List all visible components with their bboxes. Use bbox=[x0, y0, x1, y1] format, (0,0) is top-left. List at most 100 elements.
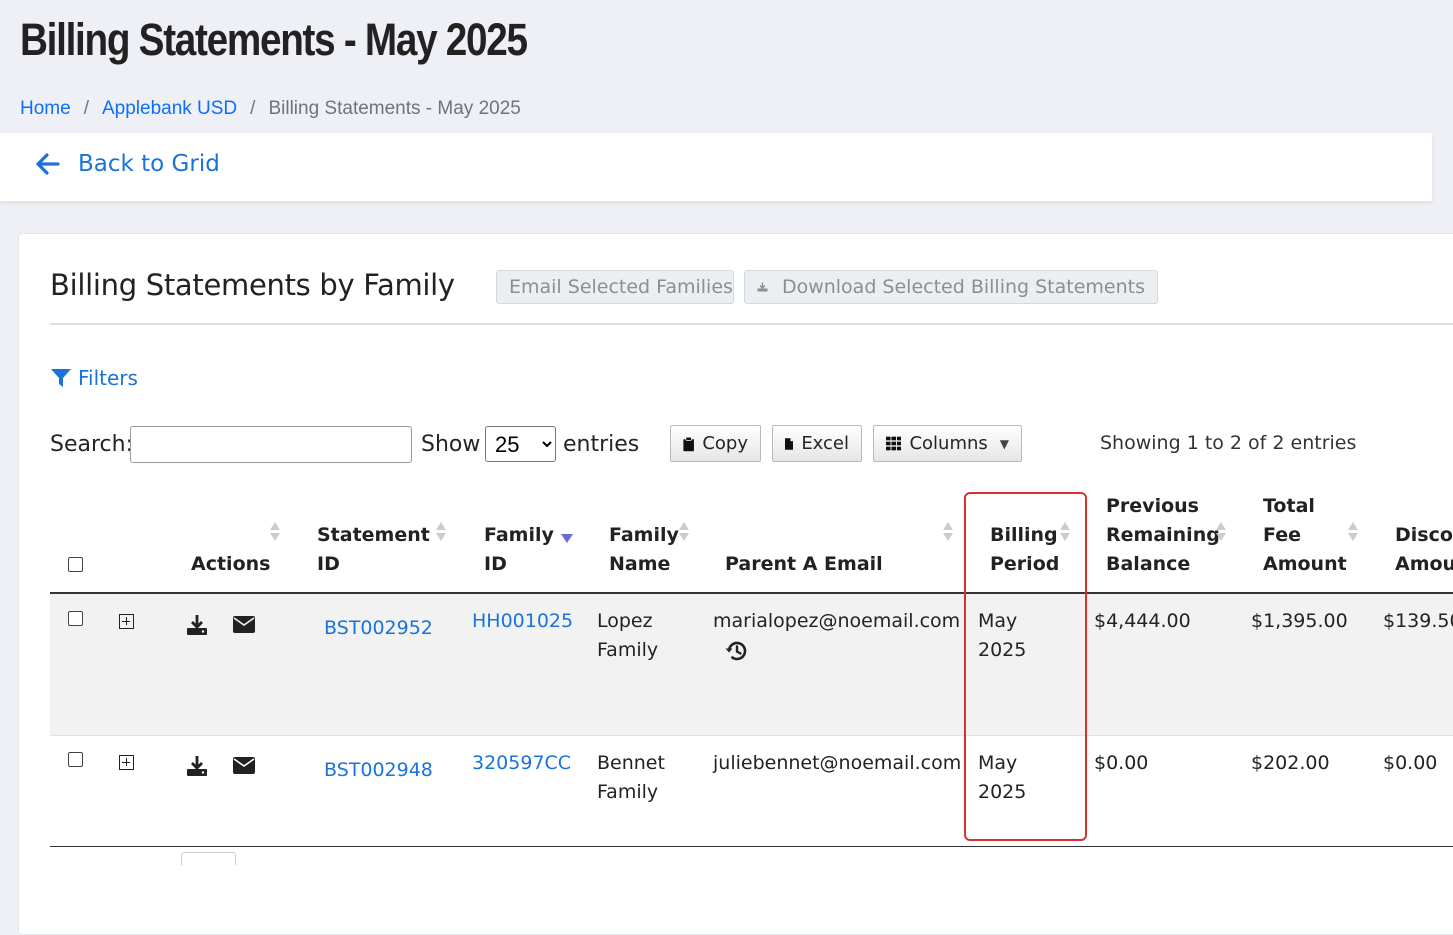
page-title: Billing Statements - May 2025 bbox=[20, 14, 528, 65]
header-line: Discou bbox=[1395, 524, 1453, 546]
header-line: Previous bbox=[1106, 495, 1199, 517]
breadcrumb-home[interactable]: Home bbox=[20, 98, 71, 120]
file-icon bbox=[785, 437, 794, 450]
header-line: Family bbox=[609, 524, 679, 546]
statement-id-link[interactable]: BST002952 bbox=[324, 614, 433, 643]
parent-email-cell: juliebennet@noemail.com bbox=[713, 752, 962, 774]
cell-line: May bbox=[978, 610, 1018, 632]
breadcrumb-district[interactable]: Applebank USD bbox=[102, 98, 237, 120]
back-to-grid-label: Back to Grid bbox=[78, 151, 220, 177]
sort-descending-icon[interactable] bbox=[561, 534, 573, 543]
family-id-link[interactable]: HH001025 bbox=[472, 607, 573, 636]
excel-label: Excel bbox=[801, 433, 849, 454]
show-label: Show bbox=[421, 432, 481, 457]
total-fee-cell: $202.00 bbox=[1251, 752, 1330, 774]
billing-period-cell: May 2025 bbox=[978, 749, 1026, 807]
columns-button[interactable]: Columns ▼ bbox=[873, 425, 1022, 462]
pagination-stub[interactable] bbox=[181, 852, 236, 865]
table-info: Showing 1 to 2 of 2 entries bbox=[1100, 432, 1357, 454]
header-line: Amou bbox=[1395, 553, 1453, 575]
table-bottom-divider bbox=[50, 846, 1453, 847]
header-line: Period bbox=[990, 553, 1060, 575]
header-line: Balance bbox=[1106, 553, 1191, 575]
discount-cell: $0.00 bbox=[1383, 752, 1438, 774]
entries-label: entries bbox=[563, 432, 640, 457]
parent-email-cell: marialopez@noemail.com bbox=[713, 610, 961, 632]
header-actions[interactable]: Actions bbox=[191, 550, 270, 579]
header-line: Amount bbox=[1263, 553, 1347, 575]
email-statement-icon[interactable] bbox=[233, 616, 255, 633]
search-label: Search: bbox=[50, 432, 133, 457]
excel-button[interactable]: Excel bbox=[772, 425, 862, 462]
cell-line: May bbox=[978, 752, 1018, 774]
history-icon[interactable] bbox=[724, 639, 748, 663]
back-to-grid-link[interactable]: Back to Grid bbox=[36, 151, 220, 177]
row-checkbox[interactable] bbox=[68, 752, 83, 767]
cell-line: Bennet bbox=[597, 752, 665, 774]
expand-row-icon[interactable] bbox=[119, 755, 134, 770]
filters-toggle[interactable]: Filters bbox=[50, 366, 138, 390]
copy-button[interactable]: Copy bbox=[670, 425, 761, 462]
grid-icon bbox=[886, 436, 902, 451]
header-discount-amount[interactable]: Discou Amou bbox=[1395, 521, 1453, 579]
header-line: Total bbox=[1263, 495, 1315, 517]
arrow-left-icon bbox=[36, 153, 60, 175]
header-line: Statement bbox=[317, 524, 430, 546]
email-statement-icon[interactable] bbox=[233, 757, 255, 774]
discount-cell: $139.50 bbox=[1383, 610, 1453, 632]
breadcrumb-current: Billing Statements - May 2025 bbox=[268, 98, 521, 119]
download-statement-icon[interactable] bbox=[186, 755, 208, 777]
sort-arrows-icon[interactable] bbox=[1348, 522, 1358, 541]
card-title: Billing Statements by Family bbox=[50, 268, 455, 302]
header-family-name[interactable]: Family Name bbox=[609, 521, 679, 579]
header-line: Fee bbox=[1263, 524, 1301, 546]
statement-id-link[interactable]: BST002948 bbox=[324, 756, 433, 785]
copy-label: Copy bbox=[702, 433, 748, 454]
header-family-id[interactable]: Family ID bbox=[484, 521, 554, 579]
filters-label: Filters bbox=[78, 366, 138, 390]
header-parent-email[interactable]: Parent A Email bbox=[725, 550, 883, 579]
download-icon bbox=[757, 282, 768, 292]
cell-line: Lopez bbox=[597, 610, 653, 632]
previous-balance-cell: $0.00 bbox=[1094, 752, 1149, 774]
breadcrumb: Home / Applebank USD / Billing Statement… bbox=[20, 98, 521, 120]
expand-row-icon[interactable] bbox=[119, 614, 134, 629]
sort-arrows-icon[interactable] bbox=[943, 522, 953, 541]
header-statement-id[interactable]: Statement ID bbox=[317, 521, 430, 579]
divider bbox=[50, 323, 1453, 325]
search-input[interactable] bbox=[130, 426, 412, 463]
breadcrumb-separator: / bbox=[83, 98, 89, 119]
breadcrumb-separator: / bbox=[250, 98, 256, 119]
previous-balance-cell: $4,444.00 bbox=[1094, 610, 1191, 632]
cell-line: 2025 bbox=[978, 639, 1027, 661]
filter-icon bbox=[51, 369, 71, 387]
download-selected-label: Download Selected Billing Statements bbox=[781, 276, 1145, 298]
cell-line: Family bbox=[597, 781, 659, 803]
header-previous-remaining-balance[interactable]: Previous Remaining Balance bbox=[1106, 492, 1220, 579]
total-fee-cell: $1,395.00 bbox=[1251, 610, 1348, 632]
sort-arrows-icon[interactable] bbox=[1216, 522, 1226, 541]
select-all-checkbox[interactable] bbox=[68, 557, 83, 572]
entries-per-page-select[interactable]: 25 bbox=[485, 426, 556, 462]
clipboard-icon bbox=[683, 436, 694, 451]
header-line: ID bbox=[484, 553, 507, 575]
header-billing-period[interactable]: Billing Period bbox=[990, 521, 1059, 579]
download-selected-statements-button[interactable]: Download Selected Billing Statements bbox=[744, 270, 1158, 304]
sort-arrows-icon[interactable] bbox=[270, 522, 280, 541]
family-name-cell: Bennet Family bbox=[597, 749, 665, 807]
caret-down-icon: ▼ bbox=[999, 436, 1009, 451]
header-total-fee-amount[interactable]: Total Fee Amount bbox=[1263, 492, 1347, 579]
row-checkbox[interactable] bbox=[68, 611, 83, 626]
download-statement-icon[interactable] bbox=[186, 614, 208, 636]
family-id-link[interactable]: 320597CC bbox=[472, 749, 571, 778]
header-line: Name bbox=[609, 553, 671, 575]
sort-arrows-icon[interactable] bbox=[436, 522, 446, 541]
billing-period-cell: May 2025 bbox=[978, 607, 1026, 665]
back-bar: Back to Grid bbox=[0, 133, 1432, 201]
header-line: Remaining bbox=[1106, 524, 1220, 546]
cell-line: Family bbox=[597, 639, 659, 661]
sort-arrows-icon[interactable] bbox=[1060, 522, 1070, 541]
sort-arrows-icon[interactable] bbox=[679, 522, 689, 541]
columns-label: Columns bbox=[909, 433, 988, 454]
email-selected-families-button[interactable]: Email Selected Families bbox=[496, 270, 734, 304]
